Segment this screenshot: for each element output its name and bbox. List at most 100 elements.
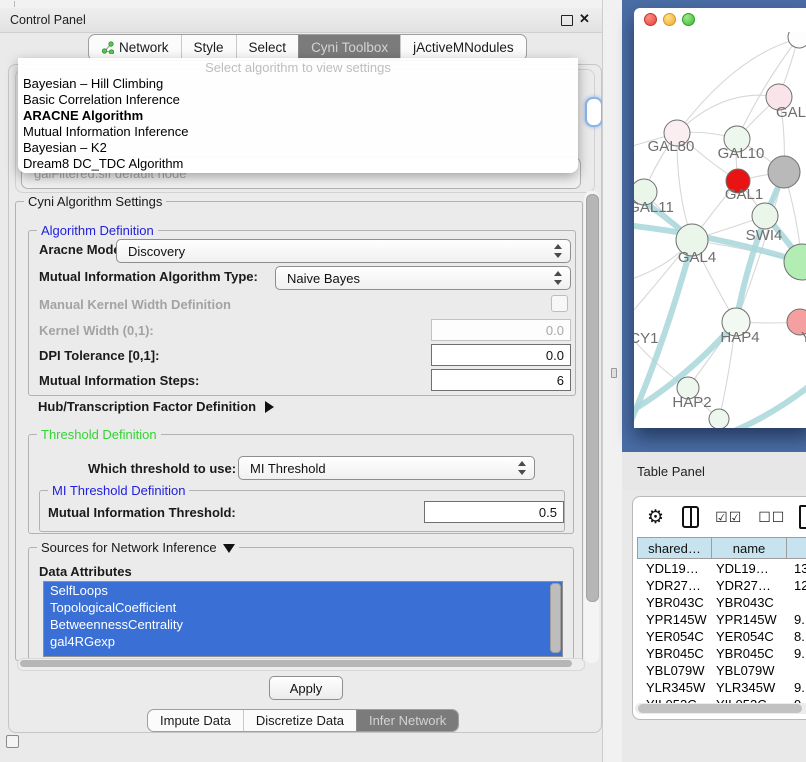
- network-node[interactable]: [709, 409, 729, 428]
- network-view-window[interactable]: GALGAL80GAL10GAL1GAL11SWI4GAL4GCY1HAP4YH…: [634, 8, 806, 428]
- network-node[interactable]: [768, 156, 800, 188]
- table-row[interactable]: YDL19…YDL19…13: [638, 560, 806, 577]
- network-icon: [101, 41, 114, 54]
- mi-algorithm-type-combobox[interactable]: Naive Bayes: [275, 266, 571, 290]
- table-cell[interactable]: YBL079W: [712, 663, 788, 678]
- table-cell[interactable]: YER054C: [712, 629, 788, 644]
- network-edge-highlighted[interactable]: [732, 384, 806, 428]
- select-all-checkboxes-icon[interactable]: ☑☑: [715, 509, 742, 526]
- tab-infer-network[interactable]: Infer Network: [356, 710, 458, 731]
- panel-splitter[interactable]: [602, 0, 624, 762]
- table-row[interactable]: YBR045CYBR045C9.: [638, 645, 806, 662]
- sources-group: Sources for Network Inference Data Attri…: [28, 547, 574, 661]
- table-cell[interactable]: 8.: [788, 629, 805, 644]
- sources-group-title[interactable]: Sources for Network Inference: [37, 540, 239, 555]
- mi-steps-field[interactable]: 6: [431, 369, 571, 391]
- table-row[interactable]: YPR145WYPR145W9.: [638, 611, 806, 628]
- algorithm-option[interactable]: Basic Correlation Inference: [18, 92, 578, 108]
- column-header-shared-name[interactable]: shared…: [637, 537, 712, 559]
- table-horizontal-scrollbar-thumb[interactable]: [638, 704, 802, 713]
- table-row[interactable]: YER054CYER054C8.: [638, 628, 806, 645]
- table-cell[interactable]: YBR045C: [638, 646, 712, 661]
- docked-panel-icon[interactable]: [6, 735, 19, 748]
- table-cell[interactable]: 12: [788, 578, 806, 593]
- attribute-item[interactable]: TopologicalCoefficient: [44, 599, 562, 616]
- document-icon[interactable]: [799, 505, 806, 529]
- table-cell[interactable]: YDL19…: [712, 561, 788, 576]
- column-header-name[interactable]: name: [711, 537, 787, 559]
- algorithm-definition-group: Algorithm Definition Aracne Mode: Discov…: [28, 230, 576, 396]
- table-cell[interactable]: YPR145W: [638, 612, 712, 627]
- table-cell[interactable]: YPR145W: [712, 612, 788, 627]
- window-close-icon[interactable]: [644, 13, 657, 26]
- tab-jactivemnodules[interactable]: jActiveMNodules: [400, 35, 526, 60]
- mi-threshold-field[interactable]: 0.5: [424, 501, 564, 523]
- tab-network[interactable]: Network: [89, 35, 181, 60]
- mi-type-value: Naive Bayes: [287, 271, 360, 286]
- close-icon[interactable]: ✕: [579, 11, 590, 27]
- algorithm-option[interactable]: Bayesian – Hill Climbing: [18, 76, 578, 92]
- aracne-mode-value: Discovery: [128, 244, 185, 259]
- tab-impute-data[interactable]: Impute Data: [148, 710, 243, 731]
- gear-icon[interactable]: ⚙: [647, 506, 664, 529]
- kernel-width-field[interactable]: 0.0: [431, 319, 571, 341]
- algorithm-option[interactable]: Bayesian – K2: [18, 140, 578, 156]
- table-cell[interactable]: YDR27…: [712, 578, 788, 593]
- settings-horizontal-scrollbar-thumb[interactable]: [20, 660, 572, 667]
- table-cell[interactable]: 9.: [788, 612, 805, 627]
- control-panel-titlebar: Control Panel: [0, 8, 602, 33]
- float-window-icon[interactable]: [561, 15, 573, 26]
- table-row[interactable]: YBL079WYBL079W: [638, 662, 806, 679]
- table-row[interactable]: YBR043CYBR043C: [638, 594, 806, 611]
- tab-select[interactable]: Select: [236, 35, 299, 60]
- algorithm-option[interactable]: Dream8 DC_TDC Algorithm: [18, 156, 578, 172]
- attribute-item[interactable]: BetweennessCentrality: [44, 616, 562, 633]
- settings-vertical-scrollbar[interactable]: [584, 191, 599, 663]
- which-threshold-combobox[interactable]: MI Threshold: [238, 456, 535, 480]
- tab-cyni-toolbox[interactable]: Cyni Toolbox: [298, 35, 400, 60]
- table-cell[interactable]: YBL079W: [638, 663, 712, 678]
- network-node[interactable]: [788, 32, 806, 48]
- apply-button[interactable]: Apply: [269, 676, 343, 700]
- table-cell[interactable]: YBR043C: [712, 595, 788, 610]
- column-header-partial[interactable]: [786, 537, 806, 559]
- table-cell[interactable]: YDL19…: [638, 561, 712, 576]
- table-row[interactable]: YLR345WYLR345W9.: [638, 679, 806, 696]
- table-cell[interactable]: YLR345W: [638, 680, 712, 695]
- tab-discretize-data[interactable]: Discretize Data: [243, 710, 356, 731]
- table-panel-titlebar: Table Panel: [622, 452, 806, 491]
- deselect-all-checkboxes-icon[interactable]: ☐☐: [758, 509, 785, 526]
- split-pane-icon[interactable]: [682, 506, 699, 528]
- settings-horizontal-scrollbar[interactable]: [17, 658, 585, 671]
- network-node[interactable]: [784, 244, 806, 280]
- splitter-handle[interactable]: [611, 368, 617, 378]
- window-minimize-icon[interactable]: [663, 13, 676, 26]
- network-node-swi4[interactable]: [752, 203, 778, 229]
- table-cell[interactable]: YDR27…: [638, 578, 712, 593]
- table-cell[interactable]: YBR043C: [638, 595, 712, 610]
- attribute-item[interactable]: SelfLoops: [44, 582, 562, 599]
- table-cell[interactable]: YER054C: [638, 629, 712, 644]
- network-edge[interactable]: [737, 37, 799, 139]
- table-cell[interactable]: 13: [788, 561, 806, 576]
- table-cell[interactable]: 9.: [788, 680, 805, 695]
- window-zoom-icon[interactable]: [682, 13, 695, 26]
- manual-kernel-checkbox[interactable]: [551, 295, 568, 312]
- aracne-mode-combobox[interactable]: Discovery: [116, 239, 571, 263]
- network-canvas[interactable]: GALGAL80GAL10GAL1GAL11SWI4GAL4GCY1HAP4YH…: [634, 32, 806, 428]
- table-cell[interactable]: YBR045C: [712, 646, 788, 661]
- attributes-list-scrollbar[interactable]: [550, 583, 561, 653]
- network-node-label: GAL: [776, 104, 806, 121]
- table-cell[interactable]: YLR345W: [712, 680, 788, 695]
- table-cell[interactable]: 9.: [788, 646, 805, 661]
- settings-vertical-scrollbar-thumb[interactable]: [586, 194, 599, 602]
- algorithm-option[interactable]: Mutual Information Inference: [18, 124, 578, 140]
- tab-style[interactable]: Style: [181, 35, 236, 60]
- table-row[interactable]: YDR27…YDR27…12: [638, 577, 806, 594]
- hub-definition-expander[interactable]: Hub/Transcription Factor Definition: [38, 398, 274, 416]
- dpi-tolerance-field[interactable]: 0.0: [431, 344, 571, 366]
- algorithm-option-selected[interactable]: ARACNE Algorithm: [18, 108, 578, 124]
- table-horizontal-scrollbar[interactable]: [635, 703, 806, 714]
- attribute-item[interactable]: gal4RGexp: [44, 633, 562, 650]
- data-attributes-list[interactable]: SelfLoops TopologicalCoefficient Between…: [43, 581, 563, 657]
